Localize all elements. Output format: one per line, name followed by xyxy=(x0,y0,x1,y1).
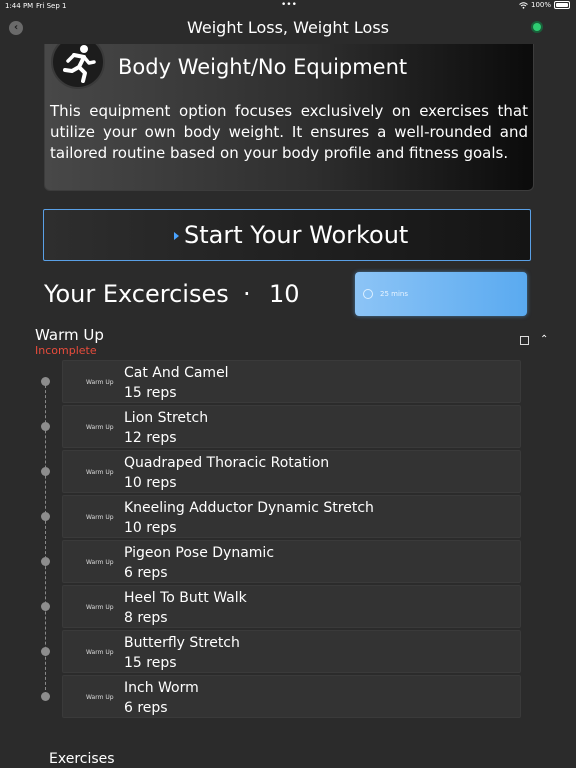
multitasking-dots-icon[interactable]: ••• xyxy=(281,0,297,10)
exercise-name: Butterfly Stretch xyxy=(124,635,240,651)
exercise-name: Lion Stretch xyxy=(124,410,209,426)
exercise-tag: Warm Up xyxy=(86,379,114,386)
exercise-reps: 12 reps xyxy=(124,430,177,446)
exercise-row[interactable]: Warm Up Butterfly Stretch 15 reps xyxy=(62,630,521,673)
exercise-tag: Warm Up xyxy=(86,424,114,431)
duration-card[interactable]: 25 mins xyxy=(355,272,527,316)
timeline-dot xyxy=(41,377,50,386)
exercise-row[interactable]: Warm Up Cat And Camel 15 reps xyxy=(62,360,521,403)
exercise-tag: Warm Up xyxy=(86,469,114,476)
timeline-dot xyxy=(41,467,50,476)
exercises-count: 10 xyxy=(269,280,300,308)
exercises-section-title: Exercises xyxy=(49,751,115,767)
status-bar: 1:44 PM Fri Sep 1 ••• 100% xyxy=(0,0,576,12)
warmup-section-status: Incomplete xyxy=(35,344,97,357)
exercise-row[interactable]: Warm Up Lion Stretch 12 reps xyxy=(62,405,521,448)
section-complete-checkbox[interactable] xyxy=(520,336,529,345)
timeline-dot xyxy=(41,647,50,656)
exercise-name: Cat And Camel xyxy=(124,365,229,381)
duration-label: 25 mins xyxy=(380,290,408,298)
exercise-name: Heel To Butt Walk xyxy=(124,590,247,606)
status-time: 1:44 PM xyxy=(5,2,34,10)
exercise-row[interactable]: Warm Up Inch Worm 6 reps xyxy=(62,675,521,718)
online-status-indicator xyxy=(533,23,541,31)
exercise-reps: 6 reps xyxy=(124,700,168,716)
exercise-reps: 15 reps xyxy=(124,655,177,671)
exercise-reps: 8 reps xyxy=(124,610,168,626)
exercise-reps: 10 reps xyxy=(124,520,177,536)
clock-icon xyxy=(363,289,373,299)
exercise-reps: 10 reps xyxy=(124,475,177,491)
app-header: ‹ Weight Loss, Weight Loss xyxy=(0,14,576,44)
timeline-dot xyxy=(41,557,50,566)
exercise-tag: Warm Up xyxy=(86,694,114,701)
status-right: 100% xyxy=(519,1,570,9)
page-title: Weight Loss, Weight Loss xyxy=(186,18,389,37)
exercise-reps: 15 reps xyxy=(124,385,177,401)
timeline-dot xyxy=(41,602,50,611)
timeline-dot xyxy=(41,512,50,521)
equipment-title: Body Weight/No Equipment xyxy=(118,55,408,79)
exercises-heading: Your Excercises xyxy=(44,280,229,308)
exercise-row[interactable]: Warm Up Heel To Butt Walk 8 reps xyxy=(62,585,521,628)
exercise-reps: 6 reps xyxy=(124,565,168,581)
heading-separator: · xyxy=(243,280,251,308)
start-workout-button[interactable]: Start Your Workout xyxy=(43,209,531,261)
start-workout-label: Start Your Workout xyxy=(184,221,409,249)
exercise-row[interactable]: Warm Up Pigeon Pose Dynamic 6 reps xyxy=(62,540,521,583)
play-arrow-icon xyxy=(174,232,179,240)
exercise-tag: Warm Up xyxy=(86,649,114,656)
battery-percent: 100% xyxy=(530,1,551,9)
wifi-icon xyxy=(519,1,528,9)
exercise-tag: Warm Up xyxy=(86,559,114,566)
status-date: Fri Sep 1 xyxy=(36,2,67,10)
exercise-name: Inch Worm xyxy=(124,680,199,696)
battery-icon xyxy=(554,1,570,9)
exercise-tag: Warm Up xyxy=(86,604,114,611)
exercise-name: Quadraped Thoracic Rotation xyxy=(124,455,330,471)
timeline-dot xyxy=(41,422,50,431)
exercise-row[interactable]: Warm Up Quadraped Thoracic Rotation 10 r… xyxy=(62,450,521,493)
chevron-up-icon[interactable]: ⌃ xyxy=(540,334,548,345)
exercise-tag: Warm Up xyxy=(86,514,114,521)
equipment-description: This equipment option focuses exclusivel… xyxy=(50,102,528,162)
warmup-section-title: Warm Up xyxy=(35,326,104,344)
timeline-dot xyxy=(41,692,50,701)
exercise-row[interactable]: Warm Up Kneeling Adductor Dynamic Stretc… xyxy=(62,495,521,538)
exercise-name: Kneeling Adductor Dynamic Stretch xyxy=(124,500,374,516)
equipment-card: Body Weight/No Equipment This equipment … xyxy=(44,34,534,191)
exercise-name: Pigeon Pose Dynamic xyxy=(124,545,275,561)
